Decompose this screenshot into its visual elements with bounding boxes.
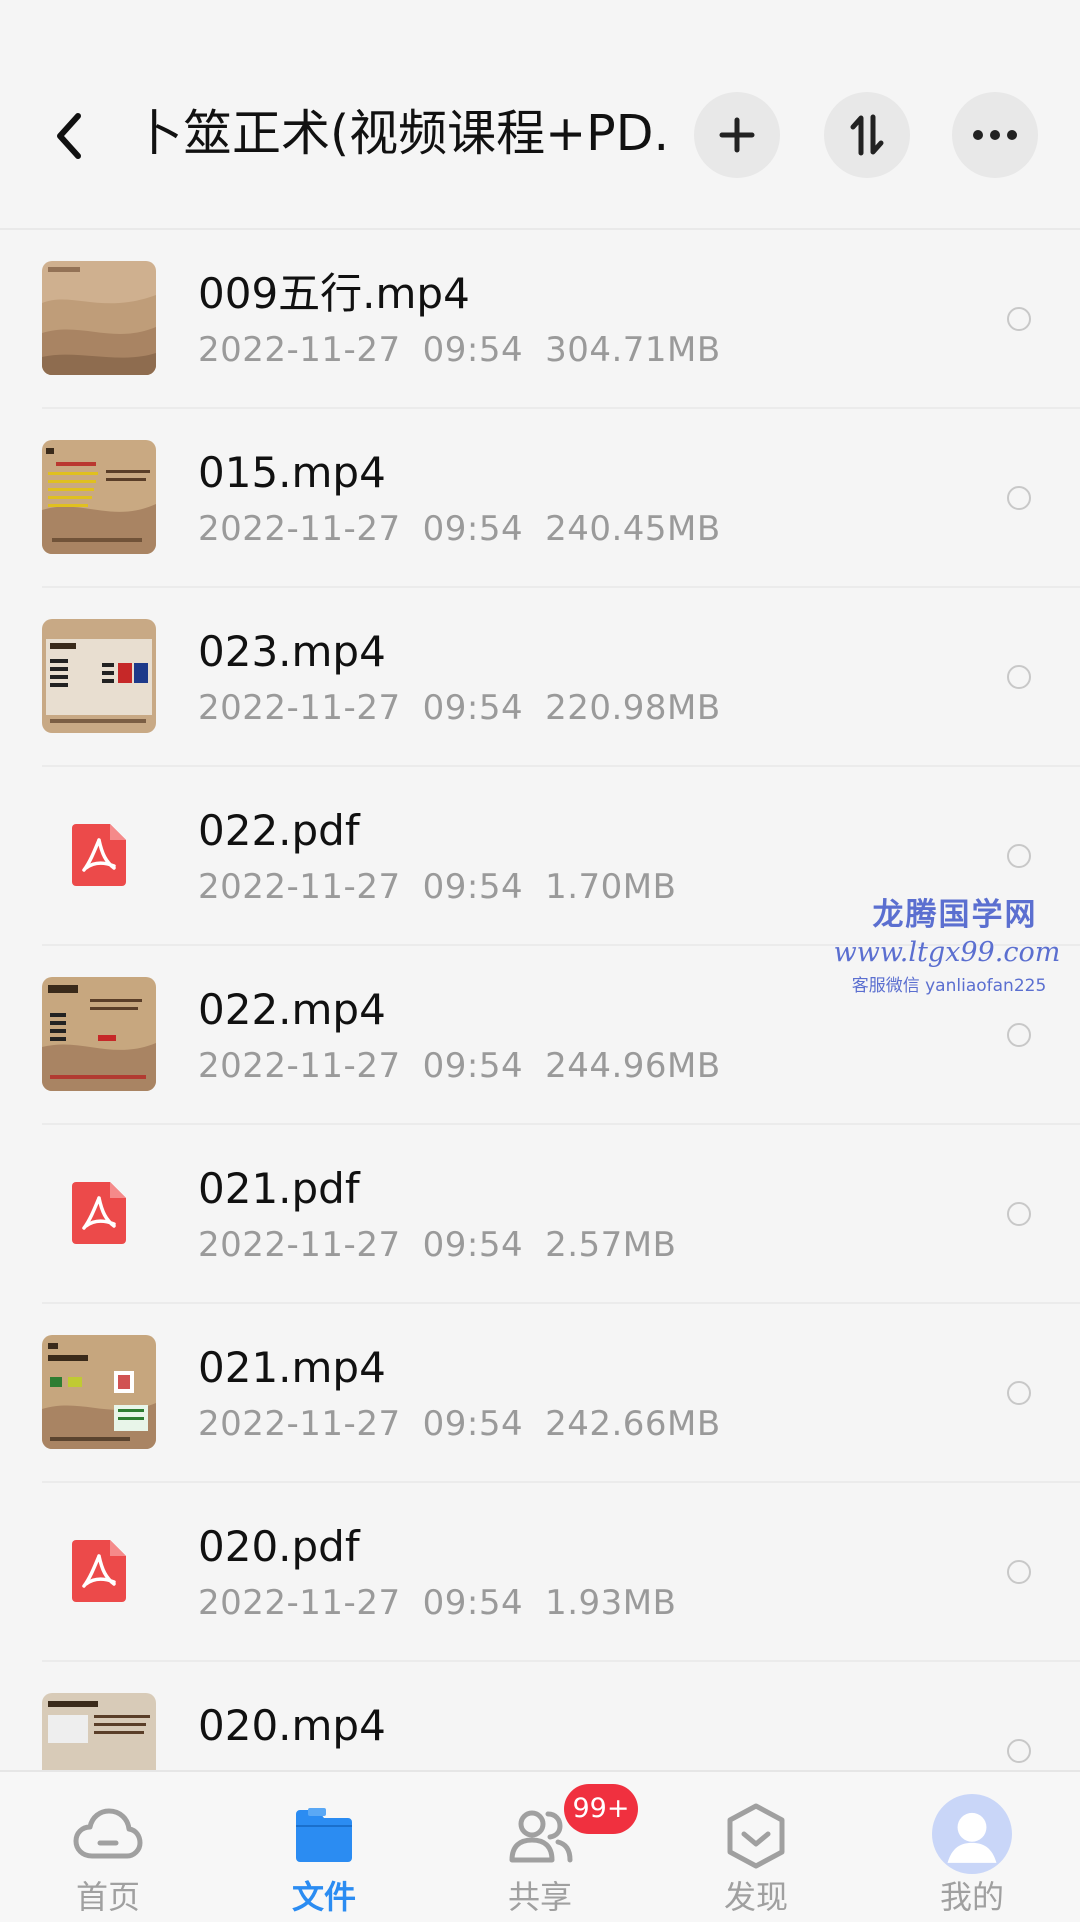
file-name: 022.mp4 xyxy=(198,985,386,1034)
cloud-icon xyxy=(73,1808,143,1859)
file-meta: 2022-11-27 09:54 220.98MB xyxy=(198,686,743,730)
video-thumbnail xyxy=(42,977,156,1091)
sort-button[interactable] xyxy=(824,92,910,178)
file-meta: 2022-11-27 09:54 1.70MB xyxy=(198,865,698,909)
file-row[interactable]: 009五行.mp4 2022-11-27 09:54 304.71MB xyxy=(0,230,1080,409)
watermark: 龙腾国学网 www.ltgx99.com 客服微信 yanliaofan225 xyxy=(830,895,1080,1001)
avatar-icon xyxy=(932,1794,1012,1874)
select-radio[interactable] xyxy=(1007,1381,1031,1405)
select-radio[interactable] xyxy=(1007,665,1031,689)
file-row[interactable]: 021.pdf 2022-11-27 09:54 2.57MB xyxy=(0,1125,1080,1304)
nav-label: 文件 xyxy=(291,1878,356,1916)
file-name: 021.pdf xyxy=(198,1164,360,1213)
file-meta: 2022-11-27 09:54 2.57MB xyxy=(198,1223,698,1267)
file-size: 304.71MB xyxy=(545,330,721,370)
file-date: 2022-11-27 xyxy=(198,509,401,549)
file-name: 020.mp4 xyxy=(198,1701,386,1750)
file-date: 2022-11-27 xyxy=(198,1225,401,1265)
chevron-left-icon xyxy=(57,113,81,159)
back-button[interactable] xyxy=(48,108,92,164)
file-time: 09:54 xyxy=(422,1404,524,1444)
file-name: 022.pdf xyxy=(198,806,360,855)
more-horizontal-icon xyxy=(973,130,1017,140)
file-time: 09:54 xyxy=(422,688,524,728)
file-date: 2022-11-27 xyxy=(198,688,401,728)
file-name: 009五行.mp4 xyxy=(198,269,470,318)
select-radio[interactable] xyxy=(1007,1023,1031,1047)
file-date: 2022-11-27 xyxy=(198,867,401,907)
nav-discover[interactable]: 发现 xyxy=(686,1772,826,1922)
file-time: 09:54 xyxy=(422,1225,524,1265)
file-size: 1.93MB xyxy=(545,1583,677,1623)
add-button[interactable] xyxy=(694,92,780,178)
file-size: 1.70MB xyxy=(545,867,677,907)
plus-icon xyxy=(719,117,755,153)
select-radio[interactable] xyxy=(1007,1202,1031,1226)
header-bar: 卜筮正术(视频课程+PD... xyxy=(0,0,1080,230)
watermark-url: www.ltgx99.com xyxy=(833,937,1061,968)
file-time: 09:54 xyxy=(422,509,524,549)
share-count-badge: 99+ xyxy=(564,1784,638,1834)
select-radio[interactable] xyxy=(1007,844,1031,868)
video-thumbnail xyxy=(42,261,156,375)
file-meta: 2022-11-27 09:54 244.96MB xyxy=(198,1044,743,1088)
file-size: 240.45MB xyxy=(545,509,721,549)
file-row[interactable]: 023.mp4 2022-11-27 09:54 220.98MB xyxy=(0,588,1080,767)
nav-files[interactable]: 文件 xyxy=(254,1772,394,1922)
file-name: 023.mp4 xyxy=(198,627,386,676)
file-time: 09:54 xyxy=(422,330,524,370)
sort-icon xyxy=(850,114,884,156)
select-radio[interactable] xyxy=(1007,1560,1031,1584)
more-button[interactable] xyxy=(952,92,1038,178)
video-thumbnail xyxy=(42,1693,156,1770)
file-date: 2022-11-27 xyxy=(198,330,401,370)
file-name: 020.pdf xyxy=(198,1522,360,1571)
pdf-file-icon xyxy=(72,1540,126,1602)
file-meta: 2022-11-27 09:54 304.71MB xyxy=(198,328,743,372)
nav-me[interactable]: 我的 xyxy=(902,1772,1042,1922)
select-radio[interactable] xyxy=(1007,307,1031,331)
pdf-file-icon xyxy=(72,1182,126,1244)
video-thumbnail xyxy=(42,440,156,554)
file-time: 09:54 xyxy=(422,1046,524,1086)
folder-icon xyxy=(296,1808,352,1862)
file-row[interactable]: 015.mp4 2022-11-27 09:54 240.45MB xyxy=(0,409,1080,588)
nav-home[interactable]: 首页 xyxy=(38,1772,178,1922)
nav-label: 共享 xyxy=(507,1878,572,1916)
file-time: 09:54 xyxy=(422,1583,524,1623)
select-radio[interactable] xyxy=(1007,1739,1031,1763)
video-thumbnail xyxy=(42,619,156,733)
file-row[interactable]: 020.mp4 xyxy=(0,1662,1080,1770)
bottom-nav: 首页 文件 共享 99+ 发现 我的 xyxy=(0,1770,1080,1922)
file-name: 015.mp4 xyxy=(198,448,386,497)
pdf-file-icon xyxy=(72,824,126,886)
file-size: 2.57MB xyxy=(545,1225,677,1265)
file-date: 2022-11-27 xyxy=(198,1583,401,1623)
file-row[interactable]: 020.pdf 2022-11-27 09:54 1.93MB xyxy=(0,1483,1080,1662)
file-size: 220.98MB xyxy=(545,688,721,728)
watermark-title: 龙腾国学网 xyxy=(872,897,1038,933)
file-date: 2022-11-27 xyxy=(198,1046,401,1086)
watermark-wechat: 客服微信 yanliaofan225 xyxy=(851,976,1047,996)
file-size: 244.96MB xyxy=(545,1046,721,1086)
nav-label: 我的 xyxy=(939,1878,1004,1916)
file-meta: 2022-11-27 09:54 242.66MB xyxy=(198,1402,743,1446)
file-size: 242.66MB xyxy=(545,1404,721,1444)
file-time: 09:54 xyxy=(422,867,524,907)
discover-icon xyxy=(727,1803,785,1869)
folder-title: 卜筮正术(视频课程+PD... xyxy=(134,105,664,162)
select-radio[interactable] xyxy=(1007,486,1031,510)
nav-label: 首页 xyxy=(75,1878,140,1916)
file-date: 2022-11-27 xyxy=(198,1404,401,1444)
nav-label: 发现 xyxy=(723,1878,788,1916)
file-row[interactable]: 021.mp4 2022-11-27 09:54 242.66MB xyxy=(0,1304,1080,1483)
file-meta: 2022-11-27 09:54 1.93MB xyxy=(198,1581,698,1625)
file-name: 021.mp4 xyxy=(198,1343,386,1392)
video-thumbnail xyxy=(42,1335,156,1449)
file-meta: 2022-11-27 09:54 240.45MB xyxy=(198,507,743,551)
